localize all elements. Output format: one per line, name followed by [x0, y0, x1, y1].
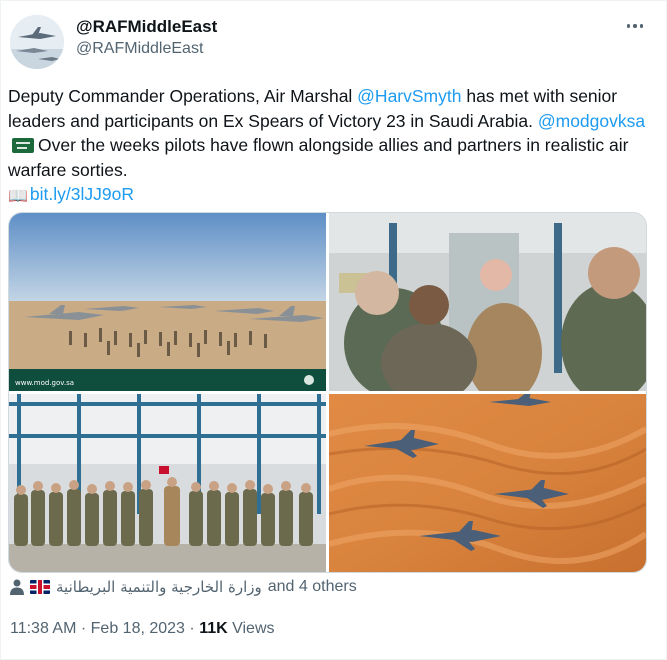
tweet-text-part1: Deputy Commander Operations, Air Marshal: [8, 86, 358, 106]
mention-harvsmyth-link[interactable]: @HarvSmyth: [357, 86, 461, 106]
social-context[interactable]: وزارة الخارجية والتنمية البريطانية and 4…: [10, 578, 357, 596]
media-grid: www.mod.gov.sa: [8, 212, 647, 573]
social-context-others[interactable]: and 4 others: [268, 578, 357, 596]
meta-separator-2: ·: [189, 620, 195, 637]
social-context-name: وزارة الخارجية والتنمية البريطانية: [56, 578, 262, 596]
tweet-text: Deputy Commander Operations, Air Marshal…: [8, 84, 648, 210]
photo-air-marshal-meeting-image: [329, 213, 646, 391]
photo-hangar-briefing[interactable]: [9, 394, 326, 572]
more-options-icon[interactable]: [622, 16, 648, 36]
photo-watermark: www.mod.gov.sa: [15, 379, 74, 387]
avatar-image: [10, 15, 64, 69]
tweet-text-part3: Over the weeks pilots have flown alongsi…: [8, 135, 629, 180]
views-count: 11K: [199, 620, 228, 637]
photo-group-formation[interactable]: www.mod.gov.sa: [9, 213, 326, 391]
mention-modgovksa-link[interactable]: @modgovksa: [538, 111, 645, 131]
tweet-meta: 11:38 AM · Feb 18, 2023 · 11K Views: [10, 620, 275, 638]
person-icon: [10, 579, 24, 595]
avatar[interactable]: [10, 15, 64, 69]
photo-jets-over-desert[interactable]: [329, 394, 646, 572]
photo-group-formation-image: www.mod.gov.sa: [9, 213, 326, 391]
photo-jets-over-desert-image: [329, 394, 646, 572]
uk-flag-icon: [30, 580, 50, 594]
author-name[interactable]: @RAFMiddleEast: [76, 17, 217, 37]
tweet-time[interactable]: 11:38 AM: [10, 620, 76, 637]
meta-separator: ·: [80, 620, 87, 637]
views-label: Views: [232, 620, 275, 637]
photo-air-marshal-meeting[interactable]: [329, 213, 646, 391]
shortlink[interactable]: bit.ly/3lJJ9oR: [30, 184, 134, 204]
book-icon: 📖: [8, 188, 28, 205]
photo-hangar-briefing-image: [9, 394, 326, 572]
saudi-flag-icon: [12, 138, 34, 153]
tweet-date[interactable]: Feb 18, 2023: [91, 620, 185, 637]
author-handle[interactable]: @RAFMiddleEast: [76, 40, 203, 58]
